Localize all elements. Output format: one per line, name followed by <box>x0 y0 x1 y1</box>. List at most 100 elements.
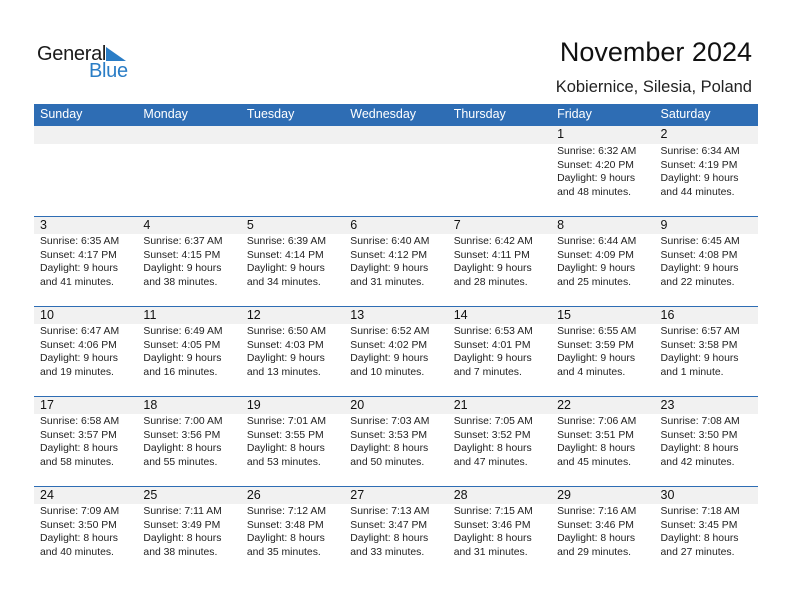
day-cell: 11 Sunrise: 6:49 AM Sunset: 4:05 PM Dayligh… <box>137 307 241 396</box>
daylight-duration: Daylight: 9 hours <box>660 173 739 185</box>
sun-info: Sunrise: 6:53 AM Sunset: 4:01 PM Daylight:… <box>448 324 551 379</box>
day-number <box>240 126 345 144</box>
weekday-header-tuesday: Tuesday <box>246 107 295 121</box>
empty-day-cell <box>34 126 138 216</box>
sun-info: Sunrise: 6:39 AM Sunset: 4:14 PM Daylight:… <box>241 234 344 289</box>
day-number: 5 <box>240 217 345 234</box>
sunset-time: Sunset: 4:05 PM <box>143 339 221 351</box>
day-number: 17 <box>34 397 138 414</box>
day-number: 1 <box>551 126 655 144</box>
sun-info: Sunrise: 6:50 AM Sunset: 4:03 PM Daylight:… <box>241 324 344 379</box>
sunset-time: Sunset: 3:46 PM <box>453 519 531 531</box>
sunset-time: Sunset: 3:57 PM <box>40 429 117 441</box>
daylight-duration: Daylight: 9 hours <box>557 263 636 275</box>
sunrise-time: Sunrise: 7:05 AM <box>453 416 533 427</box>
sun-info: Sunrise: 6:57 AM Sunset: 3:58 PM Daylight:… <box>655 324 758 379</box>
daylight-duration: Daylight: 9 hours <box>453 263 532 275</box>
day-number: 6 <box>344 217 448 234</box>
daylight-duration: Daylight: 8 hours <box>246 533 325 545</box>
daylight-duration: Daylight: 9 hours <box>350 353 429 365</box>
day-cell: 8 Sunrise: 6:44 AM Sunset: 4:09 PM Daylight… <box>551 217 655 306</box>
location-subtitle: Kobiernice, Silesia, Poland <box>555 78 752 96</box>
daylight-duration: Daylight: 9 hours <box>557 353 636 365</box>
sunrise-time: Sunrise: 6:35 AM <box>40 236 120 247</box>
sunset-time: Sunset: 3:56 PM <box>143 429 221 441</box>
day-number: 7 <box>447 217 552 234</box>
daylight-duration: and 19 minutes. <box>40 366 114 378</box>
daylight-duration: Daylight: 9 hours <box>660 353 739 365</box>
weekday-header-row: Sunday Monday Tuesday Wednesday Thursday Frid… <box>34 104 758 126</box>
day-cell: 14 Sunrise: 6:53 AM Sunset: 4:01 PM Dayligh… <box>447 307 552 396</box>
sunrise-time: Sunrise: 6:34 AM <box>660 146 740 157</box>
daylight-duration: Daylight: 8 hours <box>660 443 739 455</box>
day-cell: 9 Sunrise: 6:45 AM Sunset: 4:08 PM Daylight… <box>654 217 758 306</box>
weekday-header-saturday: Saturday <box>660 107 711 121</box>
logo-triangle-icon <box>106 47 126 61</box>
daylight-duration: and 35 minutes. <box>246 546 321 558</box>
day-cell: 6 Sunrise: 6:40 AM Sunset: 4:12 PM Daylight… <box>344 217 448 306</box>
sunrise-time: Sunrise: 6:53 AM <box>453 326 533 337</box>
sunrise-time: Sunrise: 7:00 AM <box>143 416 223 427</box>
daylight-duration: Daylight: 9 hours <box>557 173 636 185</box>
daylight-duration: Daylight: 8 hours <box>350 443 429 455</box>
sun-info: Sunrise: 7:09 AM Sunset: 3:50 PM Daylight:… <box>34 504 137 559</box>
daylight-duration: and 58 minutes. <box>40 456 114 468</box>
day-cell: 4 Sunrise: 6:37 AM Sunset: 4:15 PM Daylight… <box>137 217 241 306</box>
sunset-time: Sunset: 4:15 PM <box>143 249 221 261</box>
sun-info <box>344 144 447 145</box>
daylight-duration: and 41 minutes. <box>40 276 114 288</box>
sun-info: Sunrise: 7:08 AM Sunset: 3:50 PM Daylight:… <box>655 414 758 469</box>
sunset-time: Sunset: 4:06 PM <box>40 339 117 351</box>
daylight-duration: and 48 minutes. <box>557 186 632 198</box>
daylight-duration: and 33 minutes. <box>350 546 425 558</box>
daylight-duration: Daylight: 9 hours <box>143 353 222 365</box>
sun-info: Sunrise: 7:12 AM Sunset: 3:48 PM Daylight:… <box>241 504 344 559</box>
empty-day-cell <box>447 126 552 216</box>
sunrise-time: Sunrise: 7:13 AM <box>350 506 430 517</box>
sunrise-time: Sunrise: 7:16 AM <box>557 506 637 517</box>
sunset-time: Sunset: 4:02 PM <box>350 339 428 351</box>
day-cell: 16 Sunrise: 6:57 AM Sunset: 3:58 PM Dayligh… <box>654 307 758 396</box>
sun-info: Sunrise: 6:40 AM Sunset: 4:12 PM Daylight:… <box>344 234 447 289</box>
day-number: 13 <box>344 307 448 324</box>
daylight-duration: and 10 minutes. <box>350 366 425 378</box>
day-cell: 23 Sunrise: 7:08 AM Sunset: 3:50 PM Dayligh… <box>654 397 758 486</box>
sun-info: Sunrise: 6:58 AM Sunset: 3:57 PM Daylight:… <box>34 414 137 469</box>
sunset-time: Sunset: 3:59 PM <box>557 339 634 351</box>
day-number: 11 <box>137 307 241 324</box>
day-number: 21 <box>447 397 552 414</box>
week-row: 3 Sunrise: 6:35 AM Sunset: 4:17 PM Daylight… <box>34 216 758 306</box>
daylight-duration: and 44 minutes. <box>660 186 735 198</box>
day-number: 9 <box>654 217 758 234</box>
weekday-header-thursday: Thursday <box>453 107 506 121</box>
page-title: November 2024 <box>559 37 752 67</box>
day-number: 8 <box>551 217 655 234</box>
sun-info: Sunrise: 7:01 AM Sunset: 3:55 PM Daylight:… <box>241 414 344 469</box>
sunset-time: Sunset: 3:45 PM <box>660 519 738 531</box>
sunset-time: Sunset: 4:17 PM <box>40 249 117 261</box>
sunset-time: Sunset: 3:50 PM <box>40 519 117 531</box>
daylight-duration: and 13 minutes. <box>246 366 321 378</box>
sun-info: Sunrise: 7:15 AM Sunset: 3:46 PM Daylight:… <box>448 504 551 559</box>
daylight-duration: Daylight: 8 hours <box>660 533 739 545</box>
empty-day-cell <box>240 126 345 216</box>
day-cell: 25 Sunrise: 7:11 AM Sunset: 3:49 PM Dayligh… <box>137 487 241 576</box>
week-row: 24 Sunrise: 7:09 AM Sunset: 3:50 PM Dayligh… <box>34 486 758 576</box>
day-number: 19 <box>240 397 345 414</box>
daylight-duration: Daylight: 8 hours <box>143 443 222 455</box>
calendar-grid: Sunday Monday Tuesday Wednesday Thursday Frid… <box>34 104 758 576</box>
day-number: 20 <box>344 397 448 414</box>
week-row: 10 Sunrise: 6:47 AM Sunset: 4:06 PM Dayligh… <box>34 306 758 396</box>
weekday-header-monday: Monday <box>143 107 188 121</box>
sun-info: Sunrise: 6:44 AM Sunset: 4:09 PM Daylight:… <box>551 234 654 289</box>
day-number: 3 <box>34 217 138 234</box>
day-cell: 18 Sunrise: 7:00 AM Sunset: 3:56 PM Dayligh… <box>137 397 241 486</box>
day-number <box>137 126 241 144</box>
sunrise-time: Sunrise: 6:52 AM <box>350 326 430 337</box>
daylight-duration: and 42 minutes. <box>660 456 735 468</box>
daylight-duration: Daylight: 9 hours <box>246 263 325 275</box>
sun-info: Sunrise: 6:47 AM Sunset: 4:06 PM Daylight:… <box>34 324 137 379</box>
sunrise-time: Sunrise: 7:08 AM <box>660 416 740 427</box>
sun-info: Sunrise: 6:37 AM Sunset: 4:15 PM Daylight:… <box>137 234 240 289</box>
sunrise-time: Sunrise: 6:50 AM <box>246 326 326 337</box>
